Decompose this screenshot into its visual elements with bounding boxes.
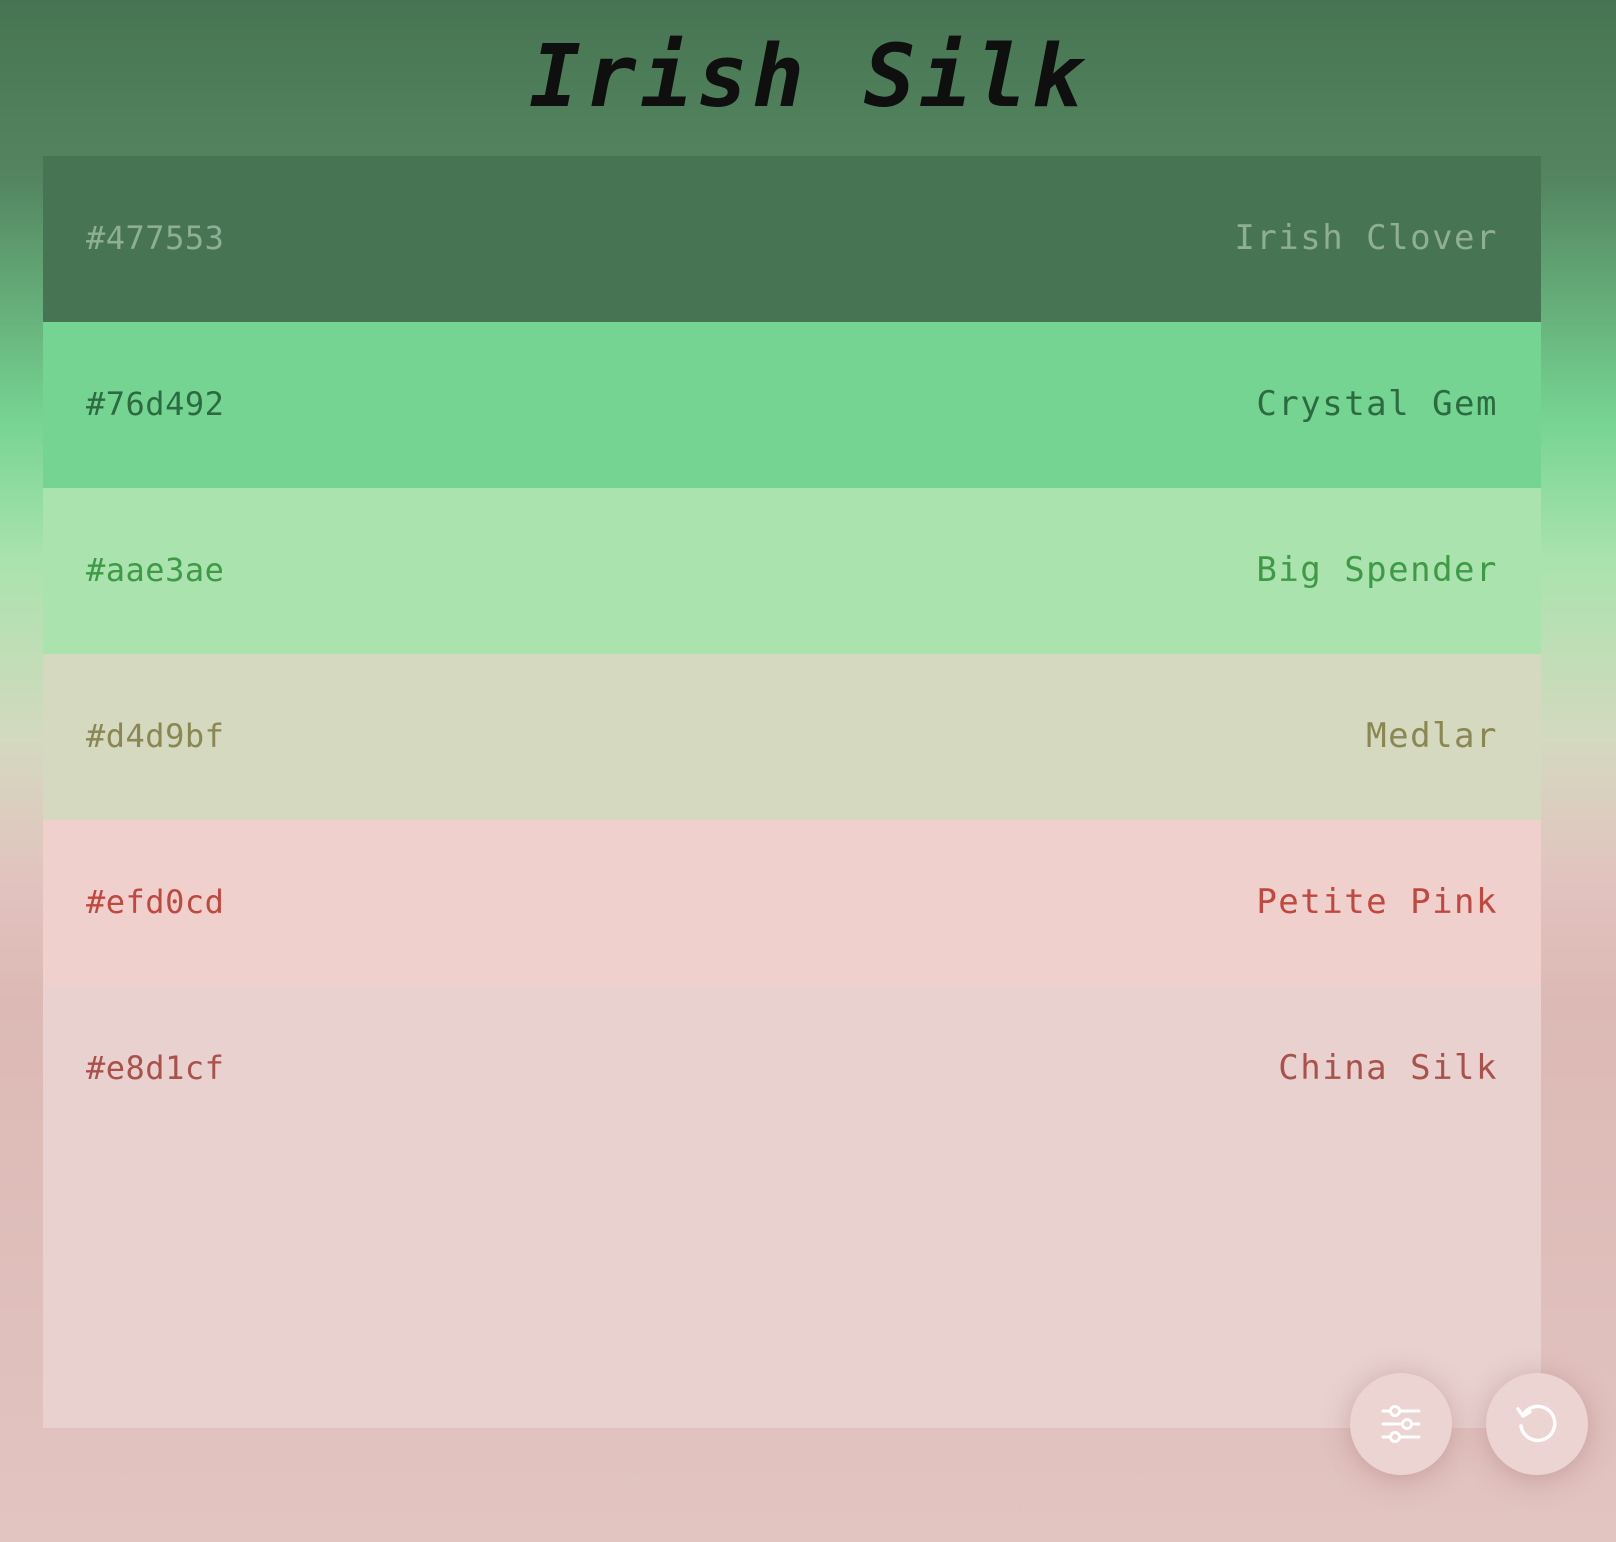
swatch-crystal-gem[interactable]: #76d492 Crystal Gem (43, 322, 1541, 488)
swatch-medlar[interactable]: #d4d9bf Medlar (43, 654, 1541, 820)
refresh-icon (1516, 1404, 1557, 1443)
page-title: Irish Silk (529, 27, 1087, 127)
swatch-hex[interactable]: #efd0cd (86, 883, 224, 921)
swatch-name: Crystal Gem (1256, 384, 1498, 424)
sliders-icon (1381, 1405, 1421, 1443)
color-palette: #477553 Irish Clover #76d492 Crystal Gem… (43, 156, 1541, 1428)
swatch-big-spender[interactable]: #aae3ae Big Spender (43, 488, 1541, 654)
swatch-irish-clover[interactable]: #477553 Irish Clover (43, 156, 1541, 322)
swatch-petite-pink[interactable]: #efd0cd Petite Pink (43, 820, 1541, 986)
settings-button[interactable] (1350, 1373, 1452, 1475)
swatch-hex[interactable]: #aae3ae (86, 551, 224, 589)
swatch-hex[interactable]: #d4d9bf (86, 717, 224, 755)
swatch-china-silk[interactable]: #e8d1cf China Silk (43, 986, 1541, 1428)
swatch-hex[interactable]: #76d492 (86, 385, 224, 423)
swatch-name: Medlar (1366, 716, 1498, 756)
refresh-button[interactable] (1486, 1373, 1588, 1475)
swatch-name: Irish Clover (1234, 218, 1498, 258)
swatch-hex[interactable]: #e8d1cf (86, 1049, 224, 1087)
swatch-name: Petite Pink (1256, 882, 1498, 922)
swatch-name: Big Spender (1256, 550, 1498, 590)
swatch-hex[interactable]: #477553 (86, 219, 224, 257)
swatch-name: China Silk (1278, 1048, 1498, 1088)
